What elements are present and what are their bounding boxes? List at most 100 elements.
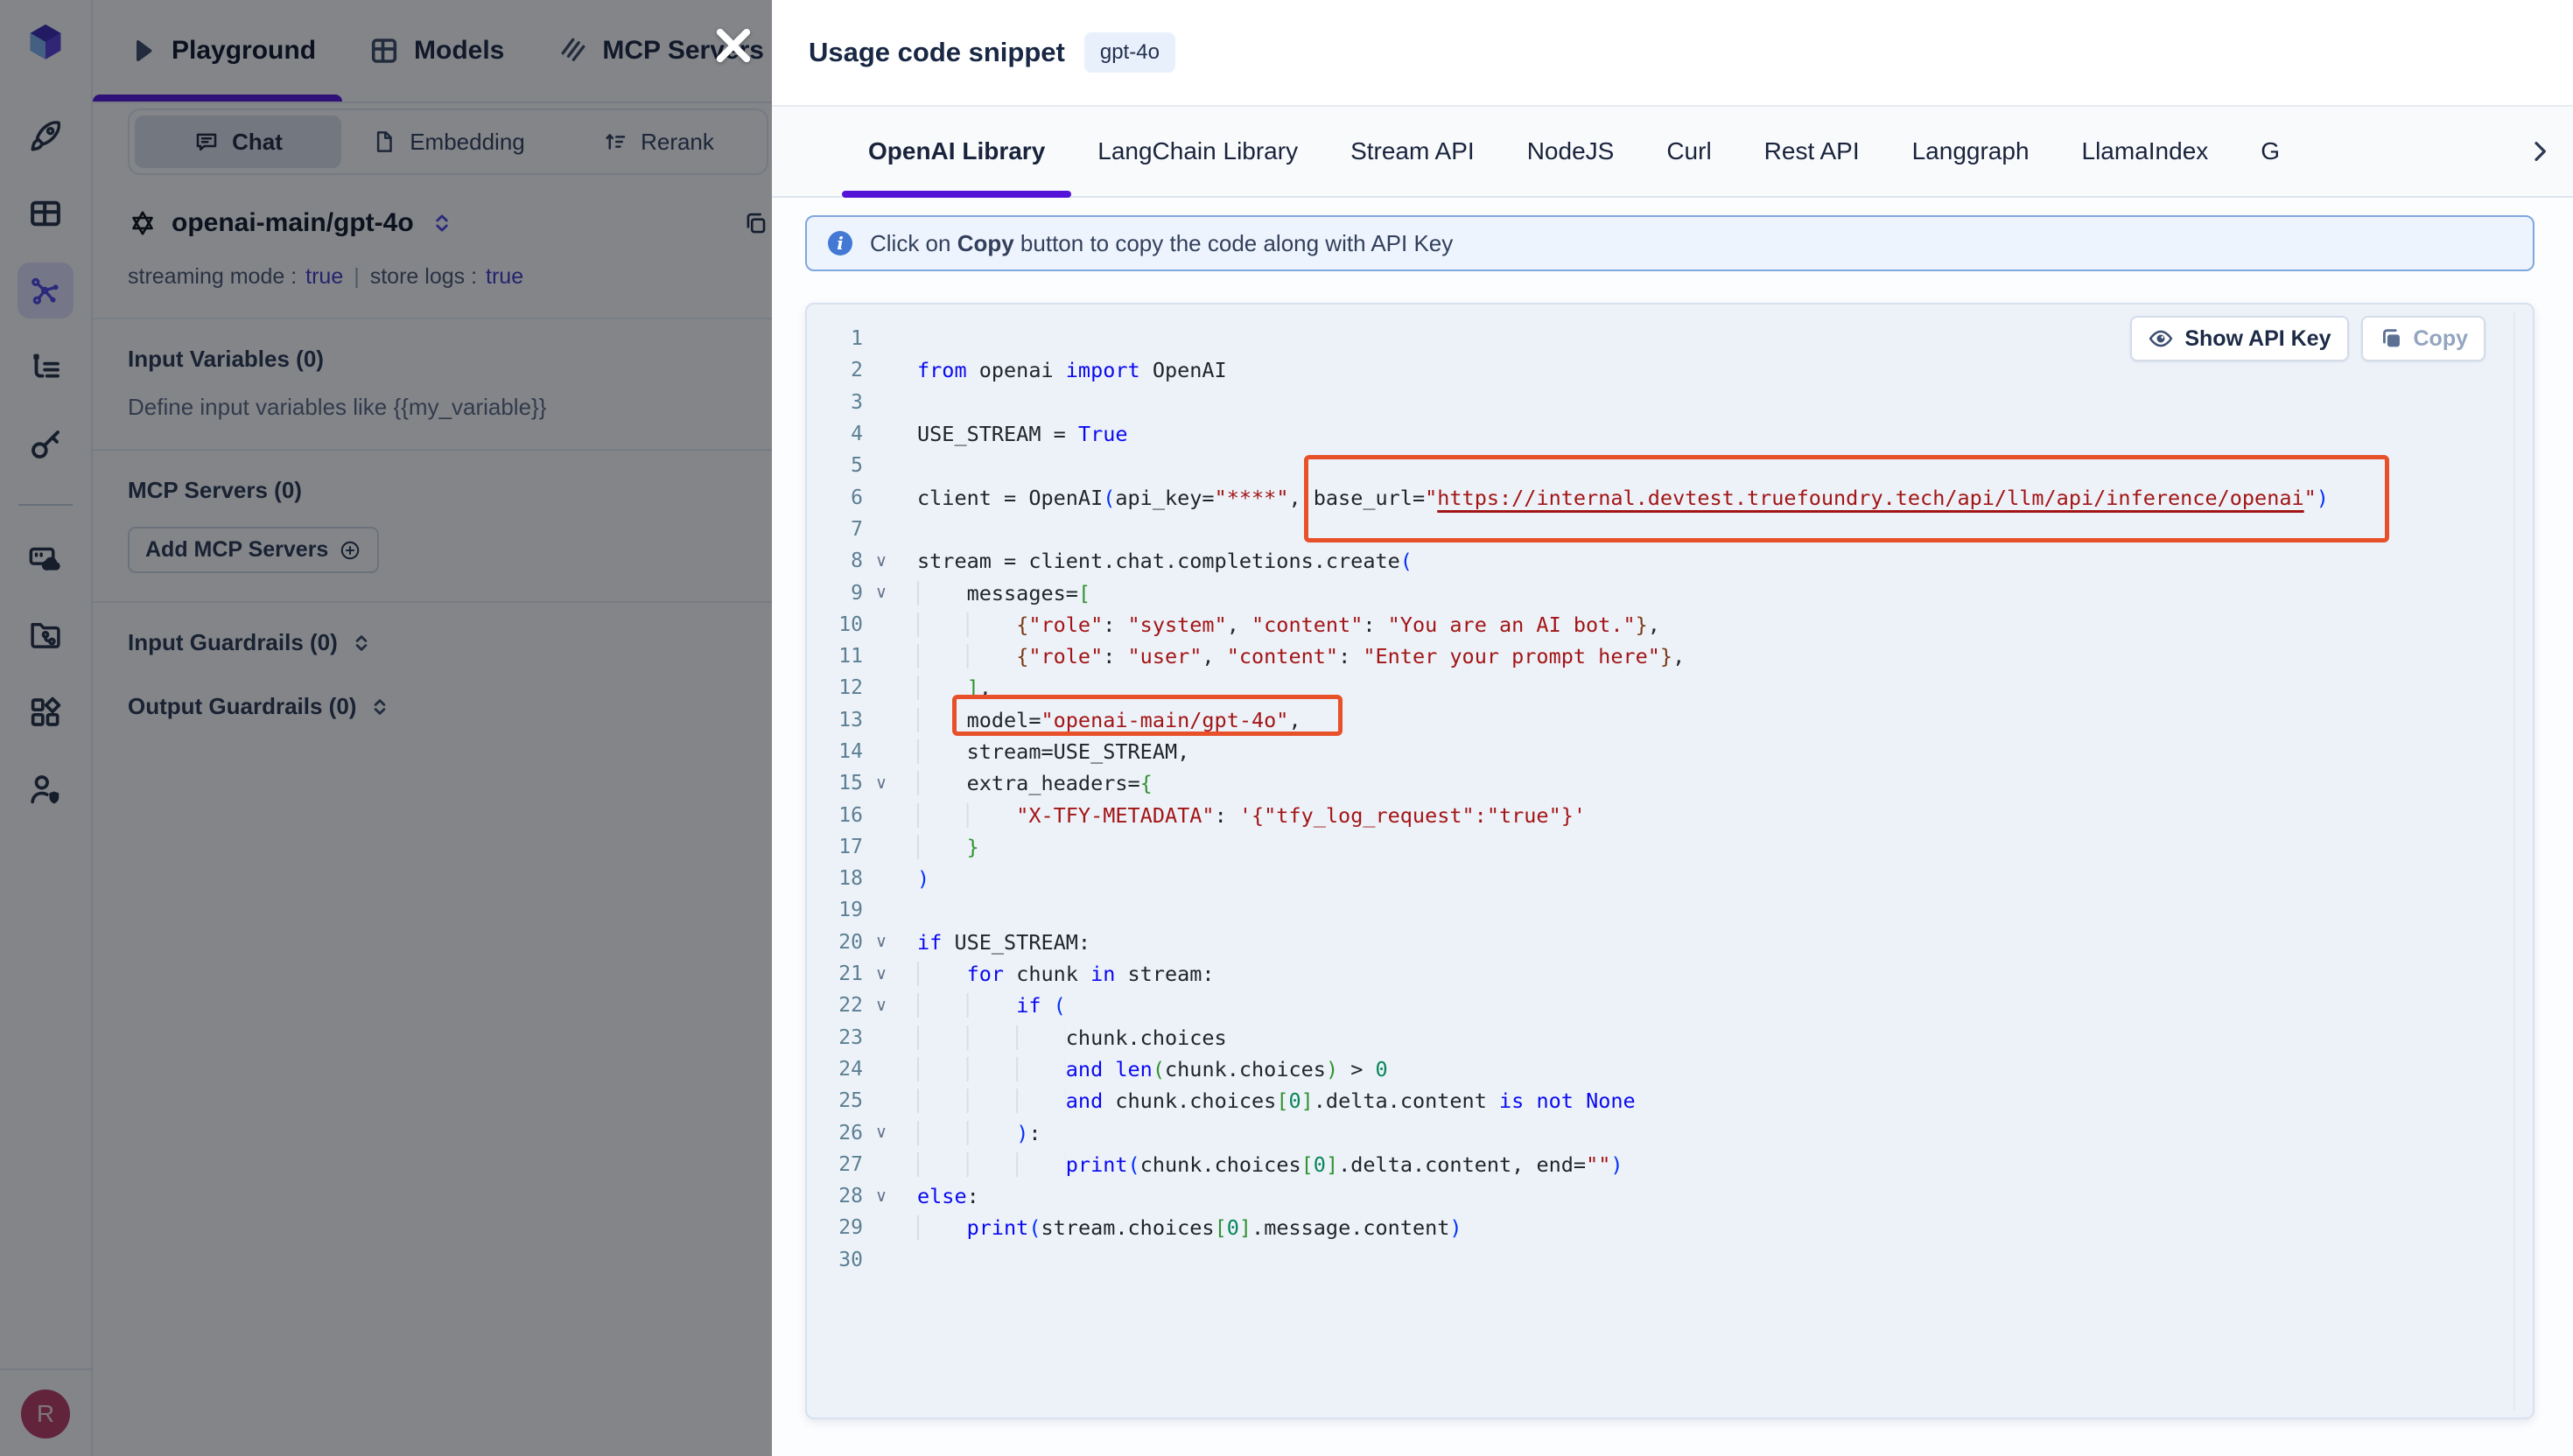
modal-body: i Click on Copy button to copy the code …: [772, 215, 2573, 1419]
code-text: and chunk.choices[0].delta.content is no…: [900, 1088, 1636, 1113]
tabs-scroll-right-button[interactable]: [2526, 107, 2554, 196]
code-line: 14 stream=USE_STREAM,: [807, 736, 2533, 767]
code-line: 24 and len(chunk.choices) > 0: [807, 1054, 2533, 1085]
line-number: 29: [807, 1216, 863, 1239]
code-line: 15∨ extra_headers={: [807, 767, 2533, 799]
info-banner-text: Click on Copy button to copy the code al…: [870, 230, 1453, 257]
line-number: 16: [807, 804, 863, 827]
line-number: 21: [807, 962, 863, 985]
line-number: 22: [807, 994, 863, 1017]
line-number: 9: [807, 582, 863, 605]
line-number: 27: [807, 1153, 863, 1176]
code-text: else:: [900, 1184, 979, 1208]
show-api-key-label: Show API Key: [2184, 326, 2331, 352]
code-actions: Show API Key Copy: [2130, 316, 2485, 361]
fold-chevron-icon[interactable]: ∨: [863, 1124, 900, 1141]
code-line: 28∨else:: [807, 1180, 2533, 1212]
line-number: 1: [807, 327, 863, 350]
close-modal-button[interactable]: [709, 21, 758, 70]
line-number: 2: [807, 359, 863, 382]
code-text: extra_headers={: [900, 771, 1153, 795]
code-lines: 12from openai import OpenAI34USE_STREAM …: [807, 304, 2533, 1276]
code-text: print(stream.choices[0].message.content): [900, 1215, 1462, 1240]
line-number: 6: [807, 486, 863, 509]
code-line: 19: [807, 894, 2533, 926]
code-text: stream=USE_STREAM,: [900, 739, 1189, 764]
line-number: 28: [807, 1185, 863, 1208]
modal-tab-stream-api[interactable]: Stream API: [1324, 107, 1501, 196]
code-card: Show API Key Copy 12from openai import O…: [805, 303, 2534, 1419]
code-line: 29 print(stream.choices[0].message.conte…: [807, 1212, 2533, 1243]
line-number: 15: [807, 772, 863, 794]
fold-chevron-icon[interactable]: ∨: [863, 1188, 900, 1205]
line-number: 3: [807, 391, 863, 414]
copy-icon: [2379, 326, 2403, 351]
line-number: 30: [807, 1249, 863, 1271]
line-number: 18: [807, 867, 863, 890]
code-text: for chunk in stream:: [900, 962, 1215, 986]
code-text: stream = client.chat.completions.create(: [900, 549, 1413, 573]
info-banner: i Click on Copy button to copy the code …: [805, 215, 2534, 271]
copy-code-label: Copy: [2414, 326, 2469, 352]
show-api-key-button[interactable]: Show API Key: [2130, 316, 2348, 361]
code-text: ): [900, 866, 929, 891]
line-number: 25: [807, 1089, 863, 1112]
usage-code-modal: Usage code snippet gpt-4o OpenAI Library…: [772, 0, 2573, 1456]
code-line: 17 }: [807, 831, 2533, 863]
code-line: 16 "X-TFY-METADATA": '{"tfy_log_request"…: [807, 799, 2533, 830]
code-text: model="openai-main/gpt-4o",: [900, 708, 1301, 732]
line-number: 5: [807, 454, 863, 477]
code-text: client = OpenAI(api_key="****", base_url…: [900, 486, 2329, 510]
code-line: 27 print(chunk.choices[0].delta.content,…: [807, 1149, 2533, 1180]
code-text: print(chunk.choices[0].delta.content, en…: [900, 1152, 1623, 1177]
fold-chevron-icon[interactable]: ∨: [863, 553, 900, 570]
fold-chevron-icon[interactable]: ∨: [863, 966, 900, 983]
modal-tab-nodejs[interactable]: NodeJS: [1501, 107, 1641, 196]
code-text: "X-TFY-METADATA": '{"tfy_log_request":"t…: [900, 803, 1586, 828]
code-line: 22∨ if (: [807, 990, 2533, 1021]
code-line: 21∨ for chunk in stream:: [807, 958, 2533, 990]
code-line: 4USE_STREAM = True: [807, 418, 2533, 450]
fold-chevron-icon[interactable]: ∨: [863, 934, 900, 950]
modal-title: Usage code snippet: [809, 37, 1065, 68]
line-number: 19: [807, 899, 863, 921]
modal-tab-rest-api[interactable]: Rest API: [1738, 107, 1886, 196]
code-line: 30: [807, 1244, 2533, 1276]
code-line: 6 client = OpenAI(api_key="****", base_ur…: [807, 481, 2533, 513]
modal-tab-langgraph[interactable]: Langgraph: [1886, 107, 2056, 196]
line-number: 12: [807, 676, 863, 699]
modal-tab-openai-library[interactable]: OpenAI Library: [842, 107, 1071, 196]
fold-chevron-icon[interactable]: ∨: [863, 584, 900, 601]
code-text: ],: [900, 676, 992, 700]
code-text: if (: [900, 993, 1066, 1018]
modal-header: Usage code snippet gpt-4o: [772, 0, 2573, 105]
code-text: ):: [900, 1121, 1041, 1145]
code-line: 23 chunk.choices: [807, 1022, 2533, 1054]
code-line: 25 and chunk.choices[0].delta.content is…: [807, 1085, 2533, 1116]
model-badge: gpt-4o: [1084, 32, 1175, 73]
modal-tab-langchain-library[interactable]: LangChain Library: [1071, 107, 1324, 196]
line-number: 17: [807, 836, 863, 858]
line-number: 7: [807, 518, 863, 541]
copy-code-button[interactable]: Copy: [2361, 316, 2486, 361]
eye-icon: [2148, 326, 2174, 352]
fold-chevron-icon[interactable]: ∨: [863, 775, 900, 792]
line-number: 23: [807, 1026, 863, 1049]
code-text: {"role": "system", "content": "You are a…: [900, 612, 1660, 637]
code-line: 11 {"role": "user", "content": "Enter yo…: [807, 640, 2533, 672]
code-text: {"role": "user", "content": "Enter your …: [900, 644, 1685, 668]
code-line: 10 {"role": "system", "content": "You ar…: [807, 609, 2533, 640]
modal-tab-llamaindex[interactable]: LlamaIndex: [2056, 107, 2235, 196]
code-text: messages=[: [900, 581, 1090, 606]
line-number: 13: [807, 709, 863, 732]
screen: R PlaygroundModelsMCP Servers ChatEmbedd…: [0, 0, 2573, 1456]
modal-overlay[interactable]: [0, 0, 772, 1456]
code-text: from openai import OpenAI: [900, 358, 1227, 382]
line-number: 14: [807, 740, 863, 763]
modal-tabs: OpenAI LibraryLangChain LibraryStream AP…: [772, 105, 2573, 198]
modal-tab-g[interactable]: G: [2234, 107, 2306, 196]
modal-tab-curl[interactable]: Curl: [1640, 107, 1737, 196]
fold-chevron-icon[interactable]: ∨: [863, 998, 900, 1014]
info-icon: i: [828, 231, 852, 256]
code-text: }: [900, 835, 979, 859]
